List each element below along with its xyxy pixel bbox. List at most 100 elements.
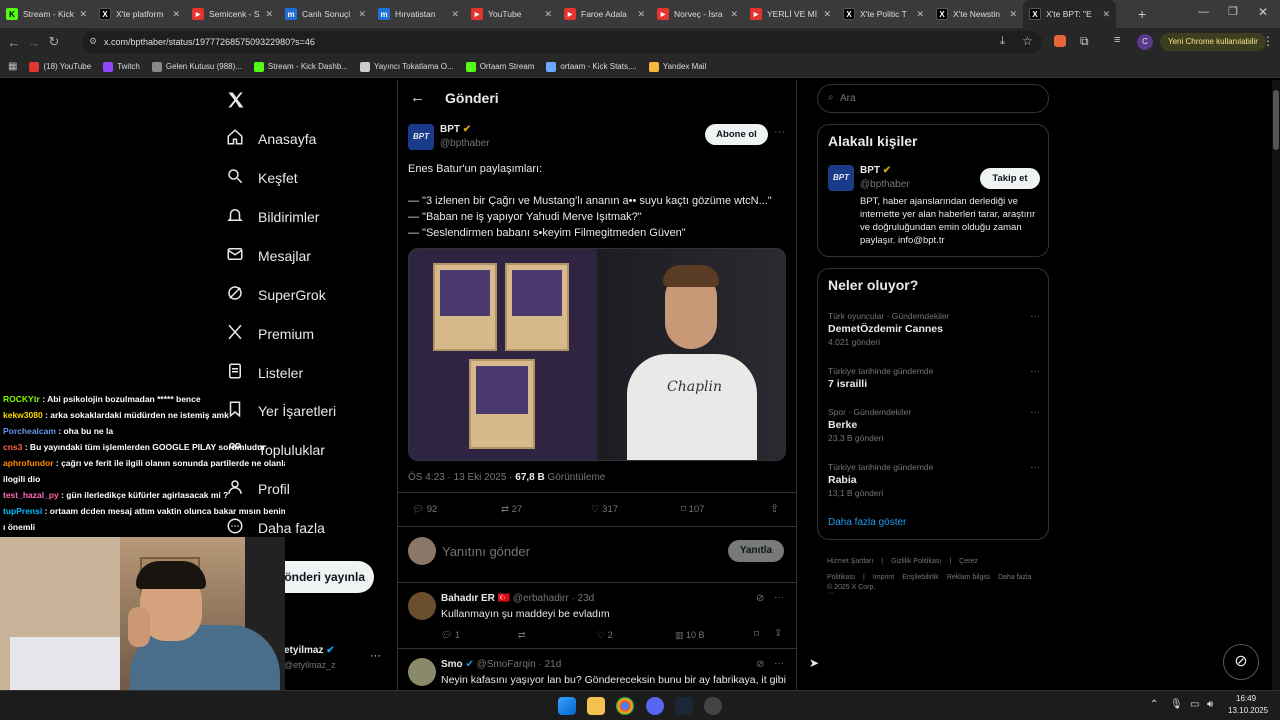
menu-icon[interactable]: ⋮ [1262, 34, 1274, 48]
reply-likes[interactable]: ♡ 2 [597, 630, 613, 641]
tab-close-icon[interactable]: ✕ [172, 9, 180, 20]
back-arrow-icon[interactable]: ← [410, 89, 425, 106]
grok-icon[interactable]: ⊘ [756, 659, 764, 670]
trend-item[interactable]: Spor · Gündemdekiler Berke 23,3 B gönderi ·… [828, 407, 1040, 443]
extension-icon[interactable] [1054, 35, 1066, 47]
forward-icon[interactable]: → [24, 35, 44, 50]
like-action[interactable]: ♡ 317 [591, 504, 618, 515]
subscribe-button[interactable]: Abone ol [705, 124, 768, 145]
clock-date[interactable]: 13.10.2025 [1228, 706, 1268, 715]
browser-tab[interactable]: ▶ Faroe Adala ✕ [558, 0, 651, 28]
tab-close-icon[interactable]: ✕ [79, 9, 87, 20]
browser-tab[interactable]: ▶ YERLİ VE Mİ ✕ [744, 0, 837, 28]
tab-close-icon[interactable]: ✕ [823, 9, 831, 20]
bookmark-item[interactable]: Gelen Kutusu (988)... [151, 61, 242, 72]
footer-link[interactable]: Gizlilik Politikası [891, 558, 941, 565]
tweet-media[interactable]: Chaplin [408, 248, 786, 461]
grok-fab-icon[interactable]: ⊘ [1223, 644, 1259, 680]
browser-tab[interactable]: ▶ Norveç - İsra ✕ [651, 0, 744, 28]
profile-avatar[interactable]: C [1137, 34, 1153, 50]
chrome-icon[interactable] [616, 697, 634, 715]
apps-grid-icon[interactable]: ▦ [8, 61, 17, 72]
reading-list-icon[interactable]: ≡ [1114, 34, 1120, 46]
trend-more-icon[interactable]: ··· [1030, 407, 1040, 418]
bookmark-item[interactable]: Ortaam Stream [465, 61, 534, 72]
minimize-icon[interactable]: — [1198, 6, 1209, 18]
update-chrome-button[interactable]: Yeni Chrome kullanılabilir [1160, 33, 1266, 51]
bookmark-item[interactable]: Yandex Mail [648, 61, 706, 72]
trend-item[interactable]: Türkiye tarihinde gündemde Rabia 13,1 B gö… [828, 462, 1040, 498]
trend-more-icon[interactable]: ··· [1030, 366, 1040, 377]
reply-avatar[interactable] [408, 592, 436, 620]
maximize-icon[interactable]: ❐ [1228, 5, 1238, 18]
new-tab-icon[interactable]: + [1138, 6, 1146, 22]
search-input[interactable]: ⌕ Ara [817, 84, 1049, 113]
mic-icon[interactable]: 🎙︎ [1170, 699, 1183, 710]
tweet-avatar[interactable]: BPT [408, 124, 434, 150]
tab-close-icon[interactable]: ✕ [358, 9, 366, 20]
tweet-author[interactable]: BPT ✔ [440, 124, 471, 135]
browser-tab[interactable]: X X'te platform ✕ [93, 0, 186, 28]
browser-tab[interactable]: m Hırvatistan ✕ [372, 0, 465, 28]
network-icon[interactable]: ▭ [1190, 699, 1199, 710]
back-icon[interactable]: ← [4, 35, 24, 50]
install-icon[interactable]: ⤓ [1000, 35, 1005, 48]
reply-author[interactable]: Smo ✔ @SmoFarqin · 21d [441, 659, 561, 670]
tweet-more-icon[interactable]: ··· [774, 126, 785, 138]
steam-icon[interactable] [675, 697, 693, 715]
url-field[interactable]: ⚙ x.com/bpthaber/status/1977726857509322… [82, 31, 1042, 53]
account-name[interactable]: etyilmaz ✔ [284, 645, 335, 656]
tab-close-icon[interactable]: ✕ [637, 9, 645, 20]
browser-tab[interactable]: ▶ YouTube ✕ [465, 0, 558, 28]
related-name[interactable]: BPT ✔ [860, 165, 891, 176]
browser-tab[interactable]: m Canlı Sonuçl ✕ [279, 0, 372, 28]
bookmark-item[interactable]: Stream - Kick Dashb... [253, 61, 348, 72]
reply-button[interactable]: Yanıtla [728, 540, 784, 562]
browser-tab[interactable]: X X'te Newstin ✕ [930, 0, 1023, 28]
browser-tab[interactable]: K Stream - Kick ✕ [0, 0, 93, 28]
tray-chevron-icon[interactable]: ⌃ [1150, 699, 1158, 710]
related-avatar[interactable]: BPT [828, 165, 854, 191]
my-avatar[interactable] [408, 537, 436, 565]
trend-more-icon[interactable]: ··· [1030, 462, 1040, 473]
nav-item[interactable]: Anasayfa [226, 128, 316, 149]
bookmark-action[interactable]: ⌑ 107 [681, 504, 704, 515]
nav-item[interactable]: Bildirimler [226, 206, 319, 227]
bookmark-item[interactable]: Twitch [103, 61, 140, 72]
nav-item[interactable]: SuperGrok [226, 284, 326, 305]
start-icon[interactable] [558, 697, 576, 715]
trend-item[interactable]: Türk oyuncular · Gündemdekiler DemetÖzdem… [828, 311, 1040, 347]
tab-close-icon[interactable]: ✕ [916, 9, 924, 20]
tab-close-icon[interactable]: ✕ [544, 9, 552, 20]
tab-close-icon[interactable]: ✕ [451, 9, 459, 20]
trend-item[interactable]: Türkiye tarihinde gündemde 7 israilli ··· [828, 366, 1040, 392]
reply-more-icon[interactable]: ··· [774, 592, 784, 603]
reply-action[interactable]: 💬︎ 92 [412, 504, 437, 515]
scrollbar[interactable] [1272, 80, 1280, 690]
footer-link[interactable]: Reklam bilgisi [947, 574, 990, 581]
trend-more-icon[interactable]: ··· [1030, 311, 1040, 322]
nav-item[interactable]: Premium [226, 323, 314, 344]
account-more-icon[interactable]: ··· [370, 650, 381, 662]
follow-button[interactable]: Takip et [980, 168, 1040, 189]
nav-item[interactable]: Listeler [226, 362, 303, 383]
bookmark-item[interactable]: ortaam - Kick Stats,... [546, 61, 637, 72]
close-window-icon[interactable]: ✕ [1258, 5, 1268, 19]
obs-icon[interactable] [704, 697, 722, 715]
reply-replies[interactable]: 💬︎ 1 [441, 630, 460, 641]
reply-avatar[interactable] [408, 658, 436, 686]
grok-icon[interactable]: ⊘ [756, 593, 764, 604]
star-icon[interactable]: ☆ [1022, 34, 1033, 48]
site-info-icon[interactable]: ⚙ [89, 36, 97, 47]
footer-link[interactable]: Hizmet Şartları [827, 558, 873, 565]
reply-bookmark-icon[interactable]: ⌑ [754, 629, 759, 640]
tab-close-icon[interactable]: ✕ [1102, 9, 1110, 20]
tab-close-icon[interactable]: ✕ [1009, 9, 1017, 20]
reply-share-icon[interactable]: ⇪ [774, 628, 782, 639]
bookmark-item[interactable]: (18) YouTube [29, 61, 91, 72]
browser-tab[interactable]: ▶ Semicenk - S ✕ [186, 0, 279, 28]
nav-item[interactable]: Keşfet [226, 167, 298, 188]
footer-link[interactable]: Imprint [873, 574, 894, 581]
extensions-puzzle-icon[interactable]: ⧉ [1080, 34, 1089, 49]
reload-icon[interactable]: ↻ [44, 34, 64, 50]
